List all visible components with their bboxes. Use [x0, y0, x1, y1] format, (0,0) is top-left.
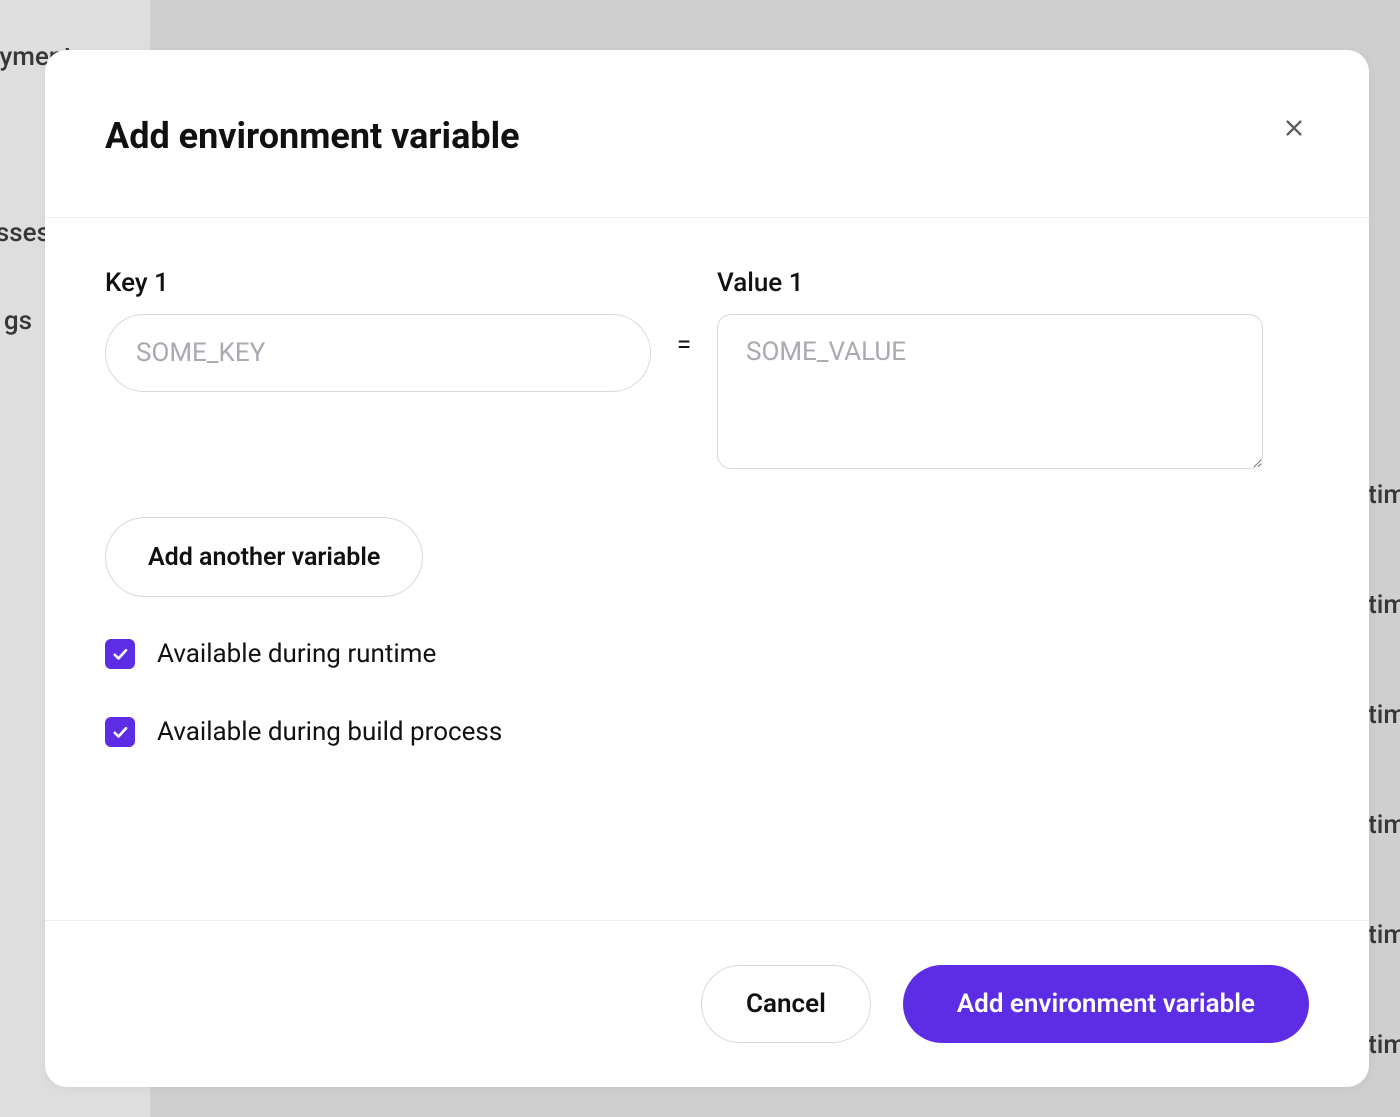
build-checkbox-row: Available during build process: [105, 717, 1309, 747]
runtime-checkbox[interactable]: [105, 639, 135, 669]
key-label: Key 1: [105, 268, 651, 298]
submit-button[interactable]: Add environment variable: [903, 965, 1309, 1043]
build-checkbox-label: Available during build process: [157, 717, 502, 747]
value-label: Value 1: [717, 268, 1263, 298]
modal-footer: Cancel Add environment variable: [45, 920, 1369, 1087]
runtime-checkbox-label: Available during runtime: [157, 639, 436, 669]
modal-body: Key 1 = Value 1 Add another variable: [45, 218, 1369, 920]
add-env-variable-modal: Add environment variable Key 1 = Value 1…: [45, 50, 1369, 1087]
runtime-checkbox-row: Available during runtime: [105, 639, 1309, 669]
modal-header: Add environment variable: [45, 50, 1369, 218]
key-input[interactable]: [105, 314, 651, 392]
build-checkbox[interactable]: [105, 717, 135, 747]
checkmark-icon: [111, 723, 129, 741]
cancel-button[interactable]: Cancel: [701, 965, 871, 1043]
key-field: Key 1: [105, 268, 651, 392]
close-button[interactable]: [1279, 113, 1309, 143]
modal-title: Add environment variable: [105, 115, 520, 157]
variable-row: Key 1 = Value 1: [105, 268, 1309, 469]
checkbox-group: Available during runtime Available durin…: [105, 639, 1309, 747]
value-input[interactable]: [717, 314, 1263, 469]
close-icon: [1283, 117, 1305, 139]
add-another-variable-button[interactable]: Add another variable: [105, 517, 423, 597]
equals-separator: =: [675, 268, 693, 360]
value-field: Value 1: [717, 268, 1263, 469]
checkmark-icon: [111, 645, 129, 663]
